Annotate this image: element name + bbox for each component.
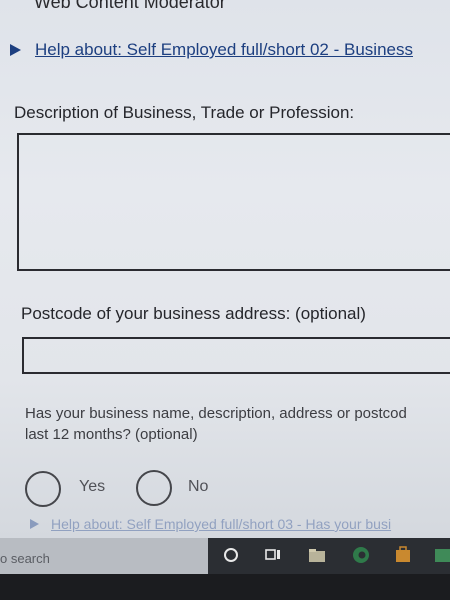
radio-no-label[interactable]: No: [188, 478, 208, 496]
cortana-icon[interactable]: [220, 544, 242, 566]
description-textarea[interactable]: [17, 133, 450, 271]
disclosure-triangle-icon[interactable]: [30, 518, 39, 529]
page-header-title: Web Content Moderator: [34, 0, 226, 12]
file-explorer-icon[interactable]: [306, 544, 328, 566]
radio-yes[interactable]: [25, 471, 61, 507]
postcode-label: Postcode of your business address: (opti…: [21, 304, 366, 323]
description-label: Description of Business, Trade or Profes…: [14, 103, 355, 122]
taskbar-search-box[interactable]: o search: [0, 538, 208, 574]
monitor-bezel: [0, 574, 450, 600]
radio-no[interactable]: [136, 470, 172, 506]
browser-page: Web Content Moderator Help about: Self E…: [0, 0, 450, 540]
postcode-input[interactable]: [22, 337, 450, 374]
changes-question: Has your business name, description, add…: [25, 403, 450, 445]
store-icon[interactable]: [392, 544, 414, 566]
help-link-changes[interactable]: Help about: Self Employed full/short 03 …: [51, 516, 391, 532]
edge-browser-icon[interactable]: [350, 544, 372, 566]
help-link-business[interactable]: Help about: Self Employed full/short 02 …: [35, 40, 413, 59]
help-toggle-business[interactable]: Help about: Self Employed full/short 02 …: [10, 40, 413, 60]
changes-question-line-1: Has your business name, description, add…: [25, 405, 407, 422]
taskbar-search-text[interactable]: o search: [0, 551, 50, 566]
radio-yes-label[interactable]: Yes: [79, 478, 105, 496]
disclosure-triangle-icon[interactable]: [10, 44, 21, 56]
app-icon[interactable]: [432, 544, 450, 566]
windows-taskbar: o search: [0, 538, 450, 574]
help-toggle-changes[interactable]: Help about: Self Employed full/short 03 …: [30, 515, 391, 533]
task-view-icon[interactable]: [262, 544, 284, 566]
changes-question-line-2: last 12 months? (optional): [25, 426, 198, 443]
